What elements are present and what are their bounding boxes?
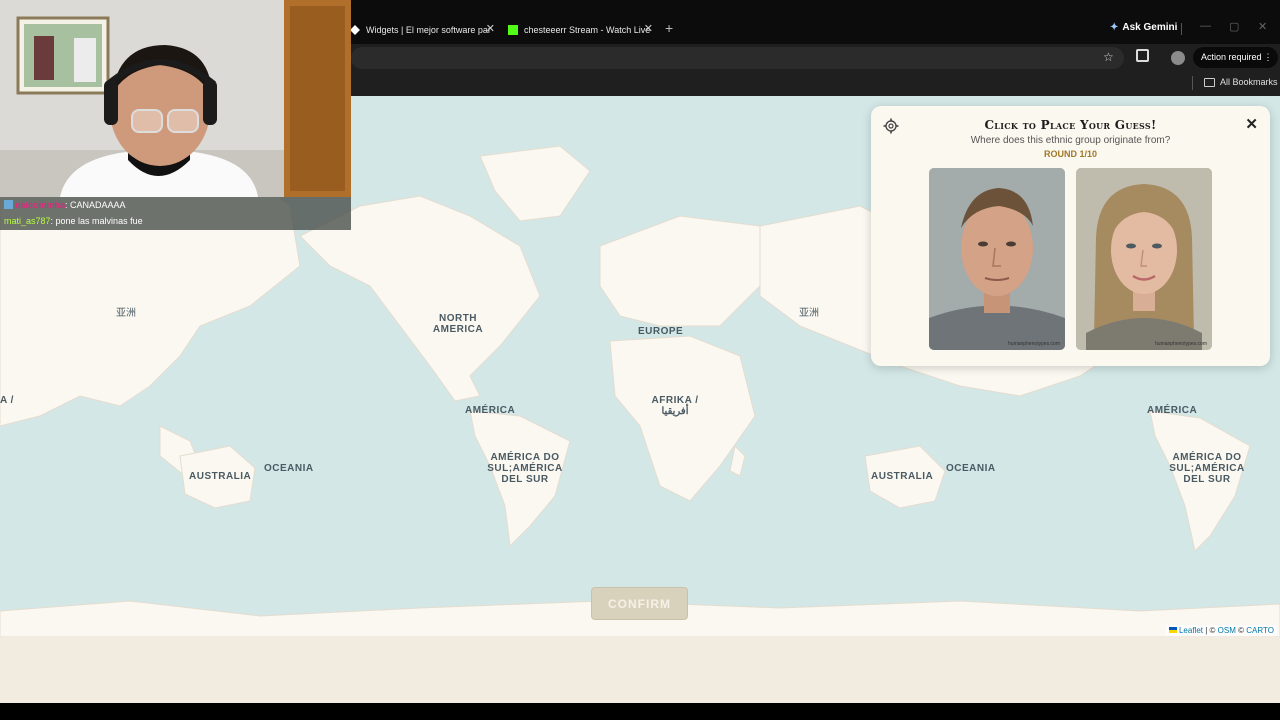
divider (1181, 23, 1182, 35)
popup-title: Click to Place Your Guess! (984, 118, 1157, 132)
close-tab-icon[interactable]: ✕ (486, 22, 495, 35)
new-tab-button[interactable]: + (665, 20, 673, 36)
chat-text: : CANADAAAA (65, 200, 126, 210)
map-label-america: AMÉRICA (465, 405, 516, 416)
chat-username: mati_as787 (4, 216, 51, 226)
carto-link[interactable]: CARTO (1246, 626, 1274, 635)
action-label: Action required (1201, 52, 1262, 62)
screen: Widgets | El mejor software par ✕ cheste… (0, 0, 1280, 720)
all-bookmarks-button[interactable]: All Bookmarks (1204, 77, 1278, 87)
star-icon[interactable]: ☆ (1103, 50, 1114, 64)
tab-kick-stream[interactable]: chesteeerr Stream - Watch Live ✕ (508, 18, 653, 42)
map-label-north-america: NORTH AMERICA (432, 313, 484, 335)
map-label-south-america: AMÉRICA DO SUL;AMÉRICA DEL SUR (487, 452, 563, 485)
map-label-australia: AUSTRALIA (189, 471, 252, 482)
map-label-oceania: OCEANIA (946, 463, 996, 474)
male-face-illustration (929, 168, 1065, 350)
map-label-asia: 亚洲 (116, 308, 136, 319)
male-phenotype-image: humanphenotypes.com (929, 168, 1065, 350)
widgets-favicon-icon (350, 25, 360, 35)
female-phenotype-image: humanphenotypes.com (1076, 168, 1212, 350)
image-source: humanphenotypes.com (1155, 341, 1207, 347)
tab-title: Widgets | El mejor software par (366, 25, 491, 35)
map-label-edge: A / (0, 395, 14, 406)
close-tab-icon[interactable]: ✕ (644, 22, 653, 35)
puzzle-icon[interactable] (1136, 49, 1149, 62)
leaflet-link[interactable]: Leaflet (1179, 626, 1203, 635)
window-close-icon[interactable]: ✕ (1258, 20, 1267, 33)
map-label-europe: EUROPE (638, 326, 684, 337)
image-source: humanphenotypes.com (1008, 341, 1060, 347)
attribution-separator: | © (1205, 626, 1216, 635)
chat-message: naicommha: CANADAAAA (4, 200, 126, 210)
kick-favicon-icon (508, 25, 518, 35)
map-label-australia: AUSTRALIA (871, 471, 934, 482)
chat-text: : pone las malvinas fue (50, 216, 143, 226)
female-face-illustration (1076, 168, 1212, 350)
tab-title: chesteeerr Stream - Watch Live (524, 25, 651, 35)
map-label-america: AMÉRICA (1147, 405, 1198, 416)
webcam-overlay (0, 0, 351, 197)
gemini-label: Ask Gemini (1122, 22, 1178, 33)
divider (1192, 76, 1193, 90)
map-label-africa: AFRIKA / أفريقيا (651, 395, 699, 417)
action-required-button[interactable]: Action required ⋮ (1193, 47, 1278, 68)
avatar[interactable] (1171, 51, 1185, 65)
chat-message: mati_as787: pone las malvinas fue (4, 216, 143, 226)
page-footer-area (0, 637, 1280, 703)
all-bookmarks-label: All Bookmarks (1220, 77, 1278, 87)
map-attribution: Leaflet | © OSM © CARTO (1165, 625, 1277, 636)
chat-badge-icon (4, 200, 13, 209)
maximize-icon[interactable]: ▢ (1229, 20, 1239, 33)
popup-subtitle: Where does this ethnic group originate f… (970, 135, 1171, 146)
confirm-button[interactable]: CONFIRM (591, 587, 688, 620)
osm-link[interactable]: OSM (1218, 626, 1236, 635)
tab-widgets[interactable]: Widgets | El mejor software par ✕ (350, 18, 495, 42)
ukraine-flag-icon (1168, 627, 1177, 633)
guess-popup: ✕ Click to Place Your Guess! Where does … (871, 106, 1270, 366)
folder-icon (1204, 77, 1215, 87)
address-bar[interactable] (351, 47, 1124, 69)
chat-username: naicommha (15, 200, 66, 210)
round-counter: ROUND 1/10 (1043, 149, 1097, 159)
map-label-asia: 亚洲 (799, 308, 819, 319)
attribution-separator: © (1238, 626, 1245, 635)
webcam-feed (0, 0, 351, 197)
gemini-icon: ✦ (1110, 22, 1119, 33)
map-label-oceania: OCEANIA (264, 463, 314, 474)
map-label-south-america: AMÉRICA DO SUL;AMÉRICA DEL SUR (1169, 452, 1245, 485)
stream-chat-overlay: naicommha: CANADAAAA mati_as787: pone la… (0, 197, 351, 230)
more-vert-icon: ⋮ (1263, 52, 1273, 62)
minimize-icon[interactable]: — (1200, 20, 1211, 32)
ask-gemini-button[interactable]: ✦ Ask Gemini (1110, 22, 1177, 33)
